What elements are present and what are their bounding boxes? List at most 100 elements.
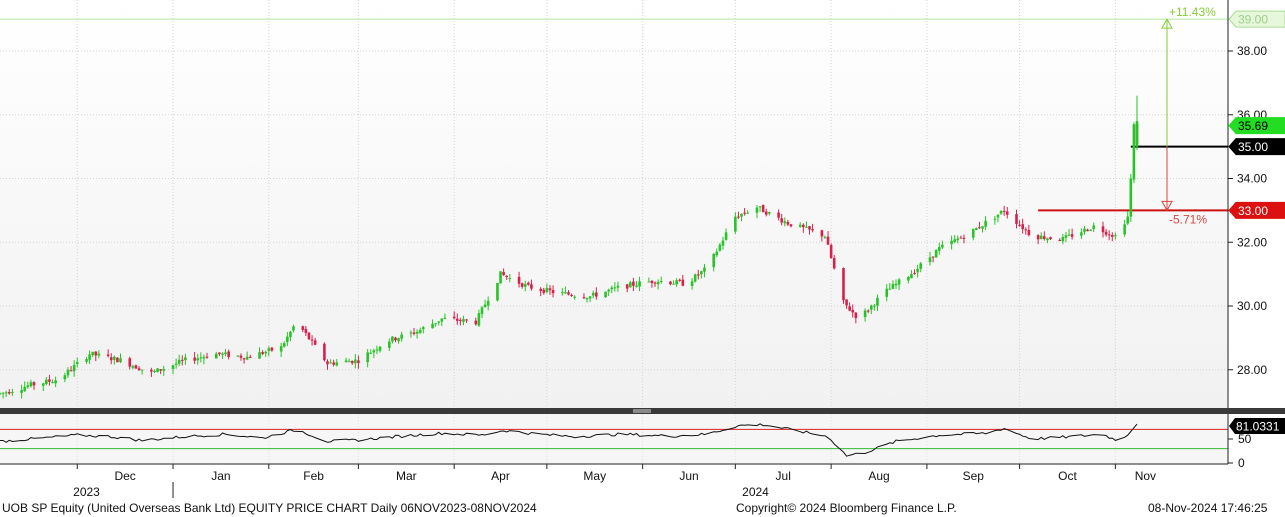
candle-body — [0, 393, 2, 395]
candle-body — [32, 382, 36, 386]
x-month-label: Sep — [963, 469, 985, 483]
candle-body — [937, 247, 941, 251]
candle-body — [527, 282, 530, 285]
candle-body — [802, 224, 805, 228]
candle-body — [45, 379, 48, 385]
candle-body — [740, 213, 743, 217]
candle-body — [712, 253, 716, 268]
candle-body — [41, 383, 45, 386]
x-month-label: Apr — [491, 469, 510, 483]
candle-body — [672, 283, 675, 285]
candle-body — [221, 353, 224, 355]
candle-body — [199, 357, 203, 359]
candle-body — [304, 329, 308, 333]
candle-body — [888, 288, 892, 290]
candle-body — [962, 237, 966, 239]
candle-body — [415, 331, 419, 334]
candle-body — [1024, 229, 1028, 231]
x-month-label: May — [583, 469, 606, 483]
candle-body — [63, 375, 67, 380]
candle-body — [681, 279, 685, 286]
candle-body — [811, 229, 814, 231]
candle-body — [656, 281, 660, 285]
candle-body — [869, 305, 873, 310]
candle-body — [585, 298, 589, 300]
price-tag-text: 35.00 — [1238, 140, 1268, 154]
x-month-label: Mar — [396, 469, 417, 483]
candle-body — [758, 206, 762, 208]
candle-body — [829, 244, 833, 258]
candle-body — [387, 341, 391, 348]
candle-body — [465, 319, 468, 321]
candle-body — [777, 212, 780, 218]
candle-body — [746, 212, 750, 214]
candle-body — [378, 346, 382, 351]
candle-body — [140, 369, 144, 371]
footer-copyright: Copyright© 2024 Bloomberg Finance L.P. — [736, 501, 957, 515]
candle-body — [1, 392, 5, 394]
candle-body — [502, 271, 505, 276]
candle-body — [332, 362, 335, 365]
candle-body — [764, 211, 768, 215]
candle-body — [323, 343, 326, 361]
footer-chart-description: UOB SP Equity (United Overseas Bank Ltd)… — [2, 501, 537, 515]
candle-body — [567, 292, 570, 295]
x-month-label: Oct — [1058, 469, 1077, 483]
candle-body — [542, 289, 546, 293]
candle-body — [891, 284, 895, 289]
candle-body — [678, 279, 682, 281]
candle-body — [737, 216, 740, 218]
y-tick-label: 38.00 — [1237, 44, 1267, 58]
candle-body — [282, 343, 286, 347]
last-price-tag-text: 35.69 — [1238, 119, 1268, 133]
x-month-label: Jun — [679, 469, 698, 483]
candle-body — [826, 236, 830, 245]
price-chart: +11.43%-5.71% 28.0030.0032.0034.0036.003… — [0, 0, 1285, 517]
candle-body — [1061, 237, 1065, 242]
candle-body — [443, 317, 447, 319]
candle-body — [54, 380, 57, 384]
candle-body — [109, 357, 113, 361]
candle-body — [1092, 225, 1096, 230]
candle-body — [128, 358, 132, 367]
candle-body — [372, 350, 376, 353]
candle-body — [184, 357, 187, 361]
candle-body — [768, 212, 771, 214]
candle-body — [610, 287, 614, 290]
candle-body — [51, 382, 54, 384]
candle-body — [851, 309, 855, 313]
candle-body — [1027, 229, 1031, 236]
candle-body — [72, 365, 76, 372]
candle-body — [894, 283, 898, 286]
candle-body — [245, 356, 249, 360]
candle-body — [1114, 235, 1117, 237]
candle-body — [591, 292, 595, 296]
x-month-label: Nov — [1135, 469, 1156, 483]
candle-body — [440, 318, 444, 322]
y-tick-label: 30.00 — [1237, 299, 1267, 313]
candle-body — [545, 287, 549, 293]
candle-body — [551, 290, 555, 294]
candle-body — [452, 316, 456, 319]
panel-divider-grip[interactable] — [633, 409, 651, 413]
candle-body — [523, 283, 527, 287]
candle-body — [1018, 224, 1021, 226]
candle-body — [347, 361, 351, 363]
candle-body — [94, 351, 98, 356]
candle-body — [653, 282, 657, 284]
candle-body — [97, 353, 101, 356]
footer-timestamp: 08-Nov-2024 17:46:25 — [1148, 501, 1268, 515]
candle-body — [218, 352, 221, 355]
candle-body — [434, 323, 437, 325]
candle-body — [391, 336, 394, 342]
candle-body — [116, 357, 119, 363]
candle-body — [734, 216, 737, 232]
candle-body — [999, 210, 1003, 214]
candle-body — [703, 267, 706, 272]
candle-body — [616, 285, 620, 288]
candle-body — [264, 351, 268, 354]
x-month-label: Dec — [114, 469, 135, 483]
x-month-label: Feb — [303, 469, 324, 483]
candle-body — [329, 362, 332, 364]
candle-body — [369, 352, 373, 354]
